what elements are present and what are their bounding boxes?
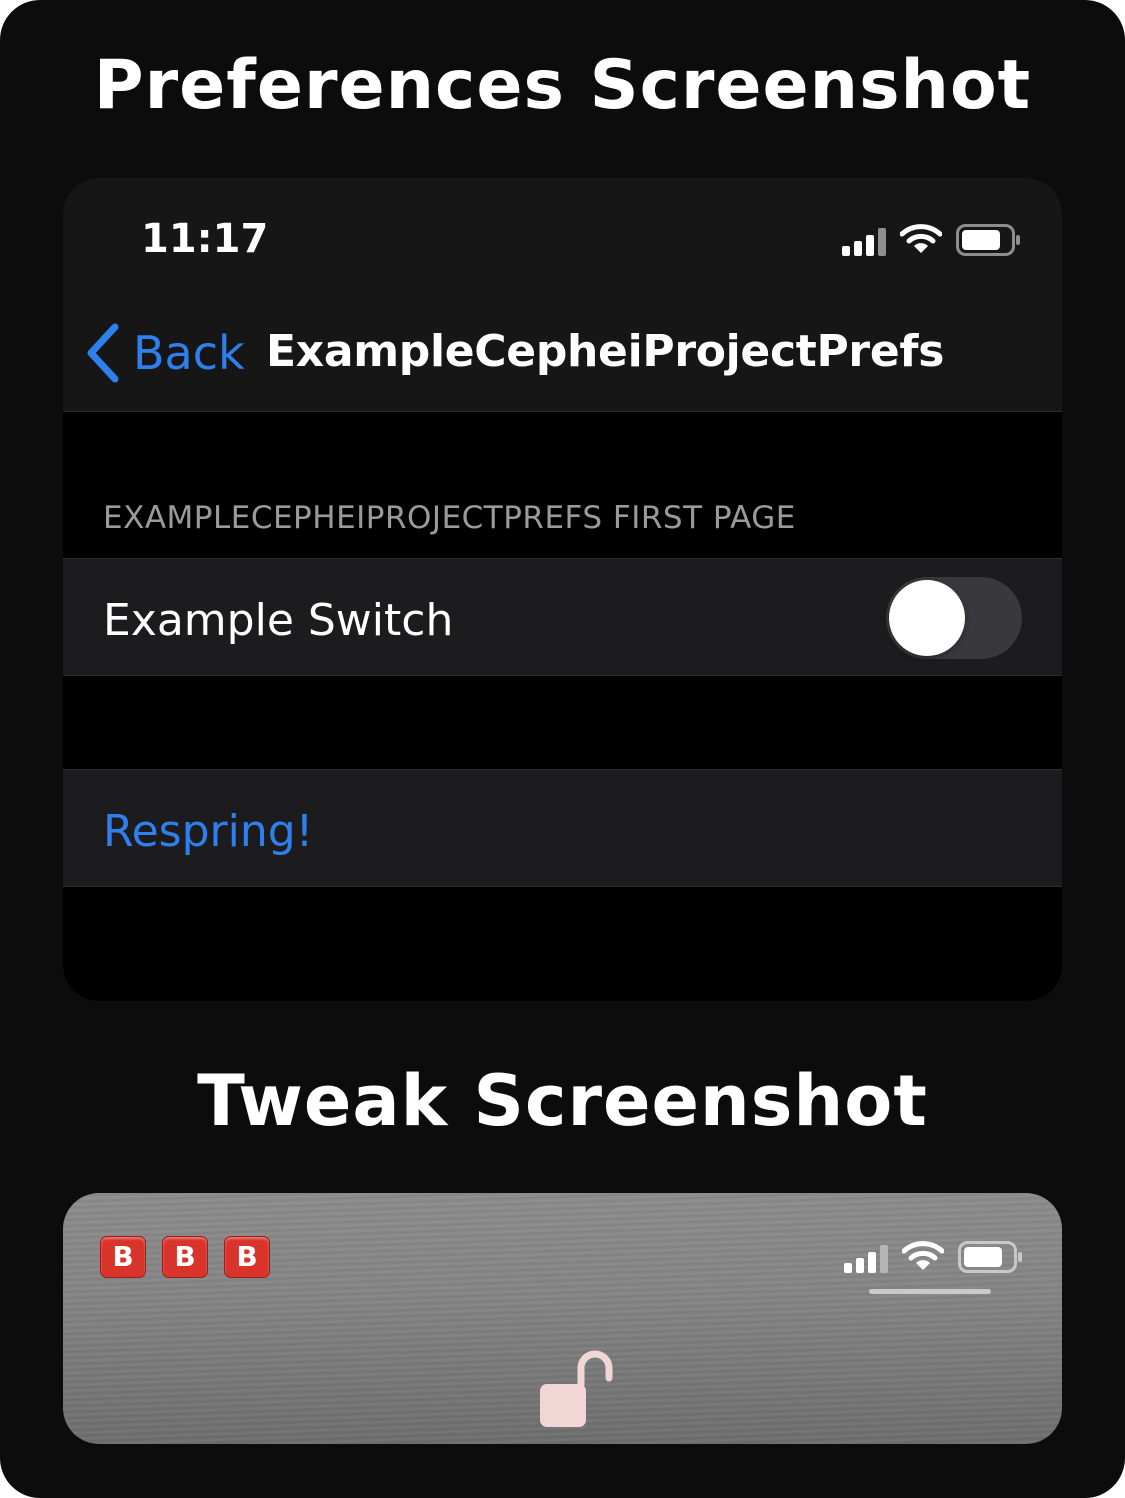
example-switch-cell: Example Switch <box>63 558 1062 676</box>
status-bar-icons <box>842 222 1022 256</box>
preferences-heading: Preferences Screenshot <box>93 46 1032 125</box>
preferences-screenshot: 11:17 Back ExampleCepheiProjectPrefs EXA… <box>63 178 1062 1001</box>
tweak-heading: Tweak Screenshot <box>197 1060 928 1142</box>
tweak-status-icons <box>844 1239 1024 1273</box>
tweak-screenshot: B B B <box>63 1193 1062 1444</box>
respring-label: Respring! <box>103 806 314 857</box>
battery-icon <box>956 224 1020 256</box>
section-header: EXAMPLECEPHEIPROJECTPREFS FIRST PAGE <box>103 500 796 536</box>
example-switch-toggle[interactable] <box>886 577 1022 659</box>
chevron-left-icon <box>87 323 119 383</box>
signal-icon <box>842 228 886 256</box>
toggle-knob <box>889 580 965 656</box>
status-time: 11:17 <box>141 216 269 262</box>
page-title: ExampleCepheiProjectPrefs <box>266 326 945 377</box>
navigation-area: 11:17 Back ExampleCepheiProjectPrefs <box>63 178 1062 412</box>
b-badge: B <box>162 1236 208 1278</box>
unlock-icon <box>540 1350 613 1427</box>
back-button[interactable]: Back <box>85 323 245 383</box>
back-label: Back <box>133 326 245 380</box>
example-switch-label: Example Switch <box>103 595 454 646</box>
badge-group: B B B <box>100 1236 270 1278</box>
battery-icon <box>958 1241 1022 1273</box>
wifi-icon <box>900 224 942 253</box>
b-badge: B <box>224 1236 270 1278</box>
signal-icon <box>844 1245 888 1273</box>
home-indicator <box>869 1289 991 1294</box>
respring-button[interactable]: Respring! <box>63 769 1062 887</box>
wifi-icon <box>902 1241 944 1270</box>
app-frame: Preferences Screenshot 11:17 Back Exampl… <box>0 0 1125 1498</box>
b-badge: B <box>100 1236 146 1278</box>
